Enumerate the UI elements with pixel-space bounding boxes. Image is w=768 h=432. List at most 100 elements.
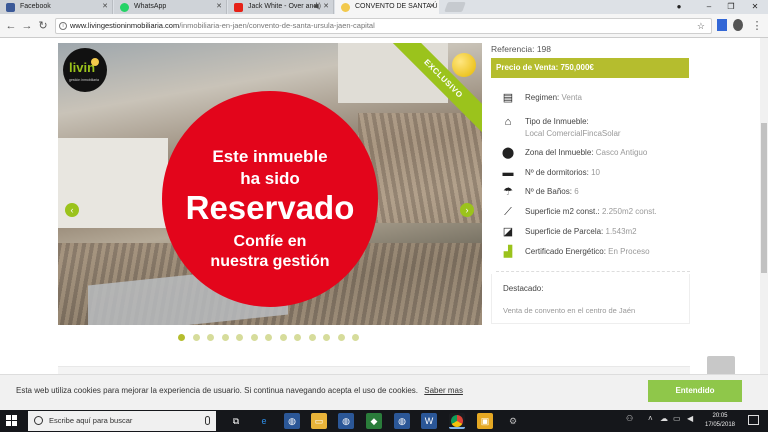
stamp-line: Reservado	[185, 189, 355, 226]
stamp-line: ha sido	[240, 169, 300, 188]
slider-dot[interactable]	[221, 334, 229, 341]
close-icon[interactable]: ✕	[323, 0, 329, 14]
tab-facebook[interactable]: Facebook ✕	[0, 0, 113, 14]
app-icon[interactable]: ◍	[338, 413, 354, 429]
search-icon	[34, 416, 43, 425]
network-icon[interactable]: ▭	[673, 414, 681, 423]
slider-dot[interactable]	[352, 334, 359, 341]
bookmark-star-icon[interactable]: ☆	[697, 19, 705, 33]
close-icon[interactable]: ✕	[216, 0, 222, 14]
profile-icon[interactable]: ●	[664, 0, 694, 14]
slider-dot[interactable]	[250, 334, 258, 341]
slider-dot[interactable]	[236, 334, 243, 341]
tab-whatsapp[interactable]: WhatsApp ✕	[114, 0, 227, 14]
scroll-to-top-button[interactable]	[707, 356, 735, 374]
slider-dot[interactable]	[308, 334, 316, 341]
url-path: /inmobiliaria-en-jaen/convento-de-santa-…	[179, 21, 375, 30]
slider-dot[interactable]	[337, 334, 345, 341]
slider-dot[interactable]	[178, 334, 185, 341]
slider-dot[interactable]	[279, 334, 287, 341]
app-icon[interactable]: ◍	[284, 413, 300, 429]
property-value: Venta	[561, 93, 582, 102]
location-pin-icon: ⬤	[501, 147, 515, 159]
next-slide-button[interactable]: ›	[460, 203, 474, 217]
task-view-icon[interactable]: ⧉	[228, 413, 244, 429]
windows-start-icon[interactable]	[6, 415, 18, 427]
app-icon[interactable]: ▣	[477, 413, 493, 429]
windows-taskbar: Escribe aquí para buscar ⧉ e ◍ ▭ ◍ ◆ ◍ W…	[0, 410, 768, 432]
tab-strip: Facebook ✕ WhatsApp ✕ Jack White - Over …	[0, 0, 768, 14]
home-icon: ⌂	[504, 116, 512, 128]
property-label: Superficie m2 const.:	[525, 207, 600, 216]
property-value: Casco Antiguo	[595, 148, 648, 157]
close-icon[interactable]: ✕	[429, 0, 435, 14]
url-host: www.livingestioninmobiliaria.com	[70, 21, 180, 30]
tab-convento[interactable]: CONVENTO DE SANTA Ú ✕	[335, 0, 439, 14]
stamp-line: Este inmueble	[212, 147, 328, 166]
notifications-icon[interactable]	[748, 415, 759, 425]
tab-label: WhatsApp	[134, 3, 167, 10]
clock-time: 20:05	[712, 413, 728, 419]
volume-icon[interactable]: ◀	[687, 414, 693, 423]
chevron-up-icon[interactable]: ˄	[648, 414, 653, 423]
people-icon[interactable]: ⚇	[626, 414, 633, 423]
slider-dot[interactable]	[265, 334, 272, 341]
edge-icon[interactable]: e	[256, 413, 272, 429]
cookie-accept-button[interactable]: Entendido	[648, 380, 742, 402]
price-bar: Precio de Venta: 750,000€	[491, 58, 689, 78]
file-explorer-icon[interactable]: ▭	[311, 413, 327, 429]
bed-icon: ▬	[502, 167, 514, 179]
property-label: Zona del Inmueble:	[525, 148, 594, 157]
youtube-icon	[234, 3, 243, 12]
scrollbar[interactable]	[760, 38, 768, 374]
cookie-text: Esta web utiliza cookies para mejorar la…	[16, 386, 419, 395]
close-window-button[interactable]: ✕	[740, 0, 768, 14]
system-clock[interactable]: 20:05 17/05/2018	[700, 412, 740, 430]
cookie-more-link[interactable]: Saber mas	[424, 386, 463, 395]
scrollbar-thumb[interactable]	[761, 123, 767, 273]
new-tab-button[interactable]	[444, 2, 466, 12]
tab-label: Jack White - Over and	[248, 3, 318, 10]
taskbar-search[interactable]: Escribe aquí para buscar	[28, 411, 216, 431]
word-icon[interactable]: W	[421, 413, 437, 429]
logo-subtitle: gestión inmobiliaria	[69, 78, 99, 82]
property-photo-slider[interactable]: livin gestión inmobiliaria EXCLUSIVO Est…	[58, 43, 482, 325]
microphone-icon[interactable]	[205, 416, 210, 425]
slider-dot[interactable]	[323, 334, 330, 341]
extension-icon[interactable]	[733, 19, 743, 31]
browser-toolbar: ← → ↻ i www.livingestioninmobiliaria.com…	[0, 14, 768, 38]
menu-icon[interactable]: ⋮	[750, 19, 764, 33]
close-icon[interactable]: ✕	[102, 0, 108, 14]
cloud-icon[interactable]: ☁	[660, 414, 668, 423]
slider-dot[interactable]	[192, 334, 200, 341]
ruler-icon: ⟋	[504, 206, 512, 218]
tab-label: Facebook	[20, 3, 51, 10]
content-card	[58, 366, 690, 374]
forward-button[interactable]: →	[20, 19, 34, 33]
search-placeholder: Escribe aquí para buscar	[49, 416, 133, 425]
property-value: 1.543m2	[605, 227, 637, 236]
property-value: En Proceso	[608, 247, 650, 256]
app-icon[interactable]: ◍	[394, 413, 410, 429]
regimen-icon: ▤	[502, 92, 514, 104]
chrome-icon[interactable]	[449, 413, 465, 429]
prev-slide-button[interactable]: ‹	[65, 203, 79, 217]
app-icon[interactable]: ⚙	[505, 413, 521, 429]
store-icon[interactable]: ◆	[366, 413, 382, 429]
extension-icon[interactable]	[717, 19, 727, 31]
highlight-box	[491, 274, 690, 324]
slider-dot[interactable]	[294, 334, 301, 341]
clock-date: 17/05/2018	[704, 422, 736, 428]
address-bar[interactable]: i www.livingestioninmobiliaria.com/inmob…	[55, 18, 712, 34]
back-button[interactable]: ←	[4, 19, 18, 33]
info-icon[interactable]: i	[59, 22, 67, 30]
property-label: Regimen:	[525, 93, 560, 102]
tab-youtube[interactable]: Jack White - Over and ◀) ✕	[228, 0, 334, 14]
logo-dot	[91, 58, 99, 66]
highlight-title: Destacado:	[503, 284, 544, 293]
property-label: Tipo de Inmueble:	[525, 117, 589, 126]
highlight-text: Venta de convento en el centro de Jaén	[503, 306, 636, 315]
slider-dot[interactable]	[207, 334, 214, 341]
reload-button[interactable]: ↻	[36, 19, 50, 33]
audio-icon[interactable]: ◀)	[313, 0, 321, 14]
